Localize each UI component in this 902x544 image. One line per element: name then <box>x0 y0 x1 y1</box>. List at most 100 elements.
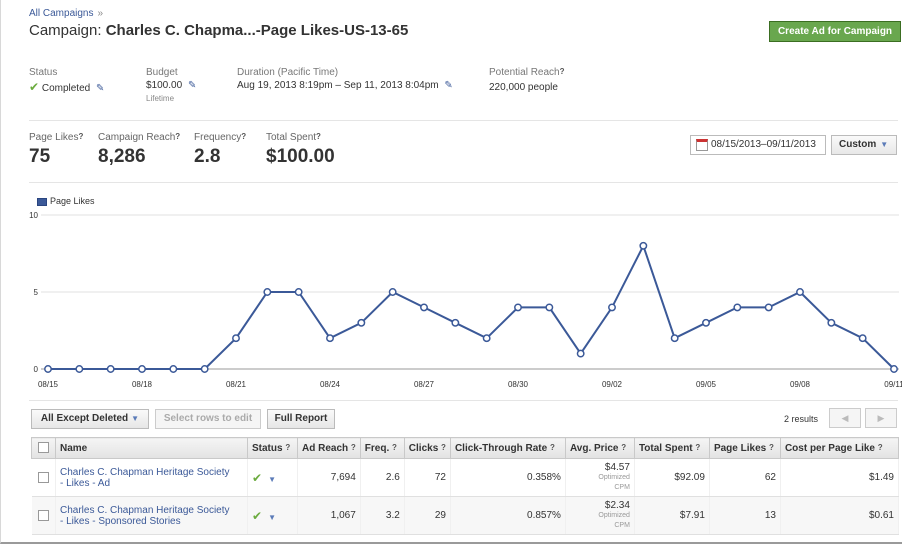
help-icon[interactable]: ? <box>441 443 446 452</box>
data-point <box>764 303 773 312</box>
data-point <box>702 318 710 327</box>
data-point <box>608 303 616 312</box>
data-point <box>388 288 397 296</box>
page-likes-cell: 13 <box>709 496 781 535</box>
col-status[interactable]: Status ? <box>247 437 298 459</box>
total-spent-cell: $7.91 <box>634 496 710 535</box>
data-point <box>545 303 554 312</box>
filter-label: All Except Deleted <box>40 413 129 424</box>
row-checkbox[interactable] <box>37 509 49 521</box>
page-likes-chart: 0 5 10 08/15 08/18 08/21 08/24 08/27 08/30 09/02 0… <box>29 211 902 389</box>
x-tick-label: 09/02 <box>602 380 623 389</box>
clicks-cell: 72 <box>404 458 451 497</box>
price-value: $2.34 <box>604 499 630 511</box>
col-ad-reach[interactable]: Ad Reach ? <box>297 437 361 459</box>
help-icon[interactable]: ? <box>769 443 774 452</box>
clicks-cell: 29 <box>404 496 451 535</box>
row-select-cell <box>31 458 56 497</box>
data-point <box>294 288 303 296</box>
ad-name-cell[interactable]: Charles C. Chapman Heritage Society - Lik… <box>55 458 248 497</box>
avg-price-cell: $4.57 Optimized CPM <box>565 458 635 497</box>
results-count: 2 results <box>784 414 819 424</box>
ad-name-cell[interactable]: Charles C. Chapman Heritage Society - Lik… <box>55 496 248 535</box>
page-likes-cell: 62 <box>709 458 781 497</box>
col-cost-per-page-like-label: Cost per Page Like <box>784 442 875 454</box>
select-all-checkbox[interactable] <box>38 442 49 454</box>
col-freq[interactable]: Freq. ? <box>359 437 405 459</box>
ad-name-link[interactable]: Charles C. Chapman Heritage Society - Lik… <box>60 467 230 489</box>
help-icon[interactable]: ? <box>695 443 700 452</box>
status-cell[interactable]: ✔ ▼ <box>247 458 298 497</box>
help-icon[interactable]: ? <box>392 443 397 452</box>
price-stack: $4.57 Optimized CPM <box>570 461 630 493</box>
col-cost-per-page-like[interactable]: Cost per Page Like ? <box>779 437 900 459</box>
prev-page-button[interactable]: ◀ <box>829 408 861 428</box>
y-tick-label: 0 <box>34 365 39 374</box>
ad-reach-cell: 1,067 <box>297 496 361 535</box>
data-point <box>482 334 491 343</box>
col-ctr[interactable]: Click-Through Rate ? <box>449 437 566 459</box>
checkmark-icon: ✔ <box>252 508 263 523</box>
col-name[interactable]: Name <box>55 437 248 459</box>
data-point <box>639 241 648 250</box>
total-spent-cell: $92.09 <box>634 458 710 497</box>
help-icon[interactable]: ? <box>351 443 356 452</box>
col-status-label: Status <box>252 442 283 454</box>
col-avg-price-label: Avg. Price <box>569 442 619 454</box>
x-tick-label: 09/05 <box>696 380 717 389</box>
full-report-button[interactable]: Full Report <box>267 409 335 429</box>
help-icon[interactable]: ? <box>621 443 626 452</box>
col-clicks[interactable]: Clicks ? <box>403 437 451 459</box>
checkmark-icon: ✔ <box>252 470 263 485</box>
x-tick-label: 08/27 <box>414 380 435 389</box>
x-tick-label: 08/18 <box>132 380 153 389</box>
data-point <box>263 288 272 296</box>
x-tick-label: 09/08 <box>790 380 811 389</box>
row-checkbox[interactable] <box>37 471 49 483</box>
data-point <box>106 365 115 373</box>
status-cell[interactable]: ✔ ▼ <box>247 496 298 535</box>
data-point <box>670 334 679 343</box>
x-tick-label: 08/15 <box>38 380 59 389</box>
x-tick-label: 09/11 <box>884 380 902 389</box>
col-clicks-label: Clicks <box>408 442 439 454</box>
ad-reach-cell: 7,694 <box>297 458 361 497</box>
price-value: $4.57 <box>604 461 630 473</box>
col-ad-reach-label: Ad Reach <box>302 442 349 454</box>
avg-price-cell: $2.34 Optimized CPM <box>565 496 635 535</box>
data-point <box>420 303 428 312</box>
price-sub2: CPM <box>614 521 630 529</box>
price-sub2: CPM <box>614 483 630 491</box>
col-page-likes[interactable]: Page Likes ? <box>708 437 781 459</box>
help-icon[interactable]: ? <box>878 443 883 452</box>
filter-dropdown[interactable]: All Except Deleted ▼ <box>31 409 149 429</box>
divider <box>29 400 898 401</box>
help-icon[interactable]: ? <box>285 443 290 452</box>
page-frame: All Campaigns» Campaign: Charles C. Chap… <box>0 0 902 544</box>
y-tick-label: 10 <box>29 211 38 220</box>
col-avg-price[interactable]: Avg. Price ? <box>564 437 635 459</box>
ad-name-link[interactable]: Charles C. Chapman Heritage Society - Lik… <box>60 505 230 527</box>
col-total-spent[interactable]: Total Spent ? <box>633 437 710 459</box>
data-point <box>326 334 334 343</box>
data-point <box>796 288 804 296</box>
col-name-label: Name <box>60 442 88 454</box>
select-all-header <box>31 437 56 459</box>
col-page-likes-label: Page Likes <box>713 442 767 454</box>
help-icon[interactable]: ? <box>550 443 555 452</box>
table-row: Charles C. Chapman Heritage Society - Lik… <box>31 458 900 497</box>
freq-cell: 3.2 <box>360 496 405 535</box>
chevron-down-icon[interactable]: ▼ <box>268 475 276 484</box>
table-header-row: Name Status ? Ad Reach ? Freq. ? Clicks … <box>31 437 900 459</box>
ctr-cell: 0.857% <box>450 496 566 535</box>
x-tick-label: 08/24 <box>320 380 341 389</box>
ads-table: Name Status ? Ad Reach ? Freq. ? Clicks … <box>31 437 900 535</box>
data-point <box>858 334 867 343</box>
chevron-down-icon: ▼ <box>131 414 140 423</box>
chevron-down-icon[interactable]: ▼ <box>268 513 276 522</box>
price-sub1: Optimized <box>598 511 630 519</box>
next-page-button[interactable]: ▶ <box>865 408 897 428</box>
data-point <box>138 365 146 373</box>
data-point <box>514 303 522 312</box>
select-rows-button[interactable]: Select rows to edit <box>155 409 261 429</box>
